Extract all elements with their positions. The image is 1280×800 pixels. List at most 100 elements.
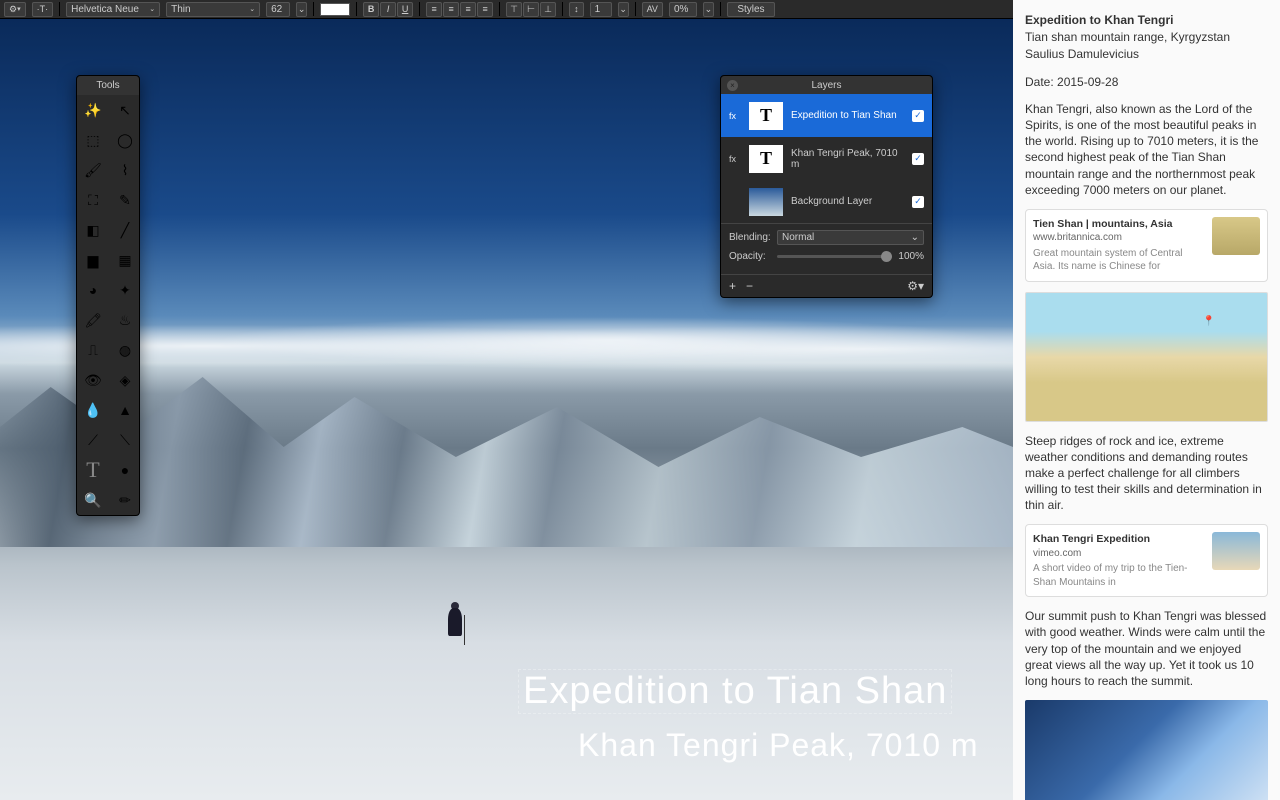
flame-icon[interactable]: ♨ (109, 305, 141, 335)
note-photo (1025, 700, 1268, 800)
card-title: Tien Shan | mountains, Asia (1033, 217, 1204, 231)
layers-panel: × Layers fx T Expedition to Tian Shan ✓f… (720, 75, 933, 298)
redeye-icon[interactable]: 👁 (77, 365, 109, 395)
note-paragraph: Steep ridges of rock and ice, extreme we… (1025, 433, 1268, 514)
pen-icon[interactable]: ✎ (109, 185, 141, 215)
settings-menu[interactable]: ⚙▾ (4, 2, 26, 17)
eraser-icon[interactable]: ◧ (77, 215, 109, 245)
rect-marquee-icon[interactable]: ⬚ (77, 125, 109, 155)
bold-button[interactable]: B (363, 2, 379, 17)
kerning-icon: AV (642, 2, 663, 17)
dodge-icon[interactable]: ⟋ (77, 425, 109, 455)
close-icon[interactable]: × (727, 80, 738, 91)
layer-name: Expedition to Tian Shan (791, 110, 904, 121)
align-right-button[interactable]: ≡ (460, 2, 476, 17)
add-layer-button[interactable]: + (729, 279, 736, 293)
note-paragraph: Khan Tengri, also known as the Lord of t… (1025, 101, 1268, 198)
note-subtitle: Tian shan mountain range, Kyrgyzstan (1025, 29, 1268, 45)
color-swatch[interactable] (320, 3, 350, 16)
gradient-icon[interactable]: ◕ (77, 275, 109, 305)
layer-thumb (749, 188, 783, 216)
map-embed[interactable] (1025, 292, 1268, 422)
link-card[interactable]: Khan Tengri Expedition vimeo.com A short… (1025, 524, 1268, 597)
styles-button[interactable]: Styles (727, 2, 775, 17)
visibility-toggle[interactable]: ✓ (912, 110, 924, 122)
lh-stepper[interactable]: ⌄ (618, 2, 629, 17)
fill-icon[interactable]: ● (109, 455, 141, 485)
align-justify-button[interactable]: ≡ (477, 2, 493, 17)
type-icon[interactable]: T (77, 455, 109, 485)
move-icon[interactable]: ↖ (109, 95, 141, 125)
spin-icon[interactable]: ✦ (109, 275, 141, 305)
card-source: www.britannica.com (1033, 231, 1204, 245)
text-tool-button[interactable]: ·T· (32, 2, 54, 17)
layer-row[interactable]: fx T Expedition to Tian Shan ✓ (721, 94, 932, 137)
lasso-icon[interactable]: ⌇ (109, 155, 141, 185)
layer-row[interactable]: fx T Khan Tengri Peak, 7010 m ✓ (721, 137, 932, 180)
valign-mid-button[interactable]: ⊢ (523, 2, 539, 17)
layer-name: Background Layer (791, 196, 904, 207)
layer-row[interactable]: Background Layer ✓ (721, 180, 932, 223)
text-layer-title[interactable]: Expedition to Tian Shan (518, 669, 952, 714)
zoom-icon[interactable]: 🔍 (77, 485, 109, 515)
visibility-toggle[interactable]: ✓ (912, 153, 924, 165)
crystal-icon[interactable]: ◈ (109, 365, 141, 395)
visibility-toggle[interactable]: ✓ (912, 196, 924, 208)
brush-icon[interactable]: 🖌 (77, 155, 109, 185)
card-thumb (1212, 217, 1260, 255)
opacity-value: 100% (898, 251, 924, 262)
heal-icon[interactable]: ◍ (109, 335, 141, 365)
tools-panel-title: Tools (77, 76, 139, 95)
card-source: vimeo.com (1033, 547, 1204, 561)
note-title: Expedition to Khan Tengri (1025, 12, 1268, 28)
line-height-input[interactable]: 1 (590, 2, 612, 17)
paint-icon[interactable]: 🖍 (77, 305, 109, 335)
climber-figure (440, 600, 470, 660)
text-layer-subtitle[interactable]: Khan Tengri Peak, 7010 m (578, 727, 979, 764)
magic-wand-icon[interactable]: ✨ (77, 95, 109, 125)
note-author: Saulius Damulevicius (1025, 46, 1268, 62)
text-toolbar: ⚙▾ ·T· Helvetica Neue⌄ Thin⌄ 62 ⌄ B I U … (0, 0, 1013, 19)
opacity-label: Opacity: (729, 251, 771, 262)
editor-pane: ⚙▾ ·T· Helvetica Neue⌄ Thin⌄ 62 ⌄ B I U … (0, 0, 1013, 800)
note-date: Date: 2015-09-28 (1025, 74, 1268, 90)
layer-settings-button[interactable]: ⚙▾ (907, 279, 924, 293)
align-left-button[interactable]: ≡ (426, 2, 442, 17)
layers-panel-title: Layers (811, 80, 841, 91)
kern-stepper[interactable]: ⌄ (703, 2, 714, 17)
sharpen-icon[interactable]: ▲ (109, 395, 141, 425)
shape-icon[interactable]: ▆ (77, 245, 109, 275)
link-card[interactable]: Tien Shan | mountains, Asia www.britanni… (1025, 209, 1268, 282)
italic-button[interactable]: I (380, 2, 396, 17)
stamp-icon[interactable]: ⎍ (77, 335, 109, 365)
blending-label: Blending: (729, 232, 771, 243)
crop-icon[interactable]: ⛶ (77, 185, 109, 215)
ellipse-marquee-icon[interactable]: ◯ (109, 125, 141, 155)
blending-select[interactable]: Normal⌄ (777, 230, 924, 245)
font-weight-select[interactable]: Thin⌄ (166, 2, 260, 17)
valign-bot-button[interactable]: ⊥ (540, 2, 556, 17)
card-title: Khan Tengri Expedition (1033, 532, 1204, 546)
burn-icon[interactable]: ⟍ (109, 425, 141, 455)
size-stepper[interactable]: ⌄ (296, 2, 307, 17)
card-desc: A short video of my trip to the Tien-Sha… (1033, 562, 1204, 589)
font-family-select[interactable]: Helvetica Neue⌄ (66, 2, 160, 17)
eyedrop-icon[interactable]: ✏ (109, 485, 141, 515)
slider-thumb[interactable] (881, 251, 892, 262)
note-paragraph: Our summit push to Khan Tengri was bless… (1025, 608, 1268, 689)
valign-top-button[interactable]: ⊤ (506, 2, 522, 17)
font-size-input[interactable]: 62 (266, 2, 290, 17)
blur-icon[interactable]: 💧 (77, 395, 109, 425)
remove-layer-button[interactable]: − (746, 279, 753, 293)
align-center-button[interactable]: ≡ (443, 2, 459, 17)
gear-icon: ⚙ (9, 4, 17, 15)
chevron-down-icon: ⌄ (911, 232, 919, 243)
underline-button[interactable]: U (397, 2, 413, 17)
tools-panel: Tools ✨↖⬚◯🖌⌇⛶✎◧╱▆▦◕✦🖍♨⎍◍👁◈💧▲⟋⟍T●🔍✏ (76, 75, 140, 516)
card-thumb (1212, 532, 1260, 570)
opacity-slider[interactable] (777, 255, 892, 258)
line-icon[interactable]: ╱ (109, 215, 141, 245)
kerning-input[interactable]: 0% (669, 2, 697, 17)
pattern-icon[interactable]: ▦ (109, 245, 141, 275)
fx-badge: fx (729, 111, 741, 121)
